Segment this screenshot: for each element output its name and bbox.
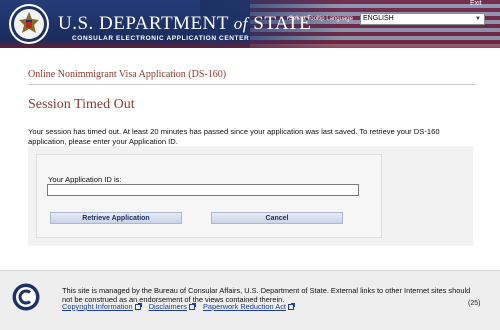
department-title: U.S. DEPARTMENT of STATE xyxy=(58,13,312,34)
retrieve-application-button[interactable]: Retrieve Application xyxy=(50,212,182,224)
form-title: Online Nonimmigrant Visa Application (DS… xyxy=(28,69,227,80)
version-number: (25) xyxy=(468,300,481,307)
disclaimers-link[interactable]: Disclaimers xyxy=(149,302,187,311)
exit-link[interactable]: Exit xyxy=(470,0,482,7)
cancel-button[interactable]: Cancel xyxy=(211,212,343,224)
header-banner: U.S. DEPARTMENT of STATE CONSULAR ELECTR… xyxy=(0,0,500,48)
page: U.S. DEPARTMENT of STATE CONSULAR ELECTR… xyxy=(0,0,500,330)
external-link-icon xyxy=(134,303,142,310)
application-id-label: Your Application ID is: xyxy=(48,175,122,184)
tooltip-language-label: Select Tooltip Language xyxy=(289,16,353,22)
dept-of-state-seal-icon xyxy=(9,4,49,44)
divider xyxy=(28,84,476,85)
application-id-input[interactable] xyxy=(47,184,359,196)
language-select-value: ENGLISH xyxy=(363,15,394,22)
paperwork-reduction-link[interactable]: Paperwork Reduction Act xyxy=(203,302,286,311)
department-subtitle: CONSULAR ELECTRONIC APPLICATION CENTER xyxy=(72,35,250,42)
external-link-icon xyxy=(188,303,196,310)
consular-affairs-seal-icon xyxy=(12,283,40,311)
page-heading: Session Timed Out xyxy=(28,97,135,112)
copyright-link[interactable]: Copyright Information xyxy=(62,302,133,311)
form-panel xyxy=(36,154,382,238)
external-link-icon xyxy=(287,303,295,310)
language-select[interactable]: ENGLISH ▼ xyxy=(360,13,485,25)
timeout-message: Your session has timed out. At least 20 … xyxy=(28,127,440,146)
footer-links: Copyright Information Disclaimers Paperw… xyxy=(62,302,300,311)
chevron-down-icon: ▼ xyxy=(475,16,481,22)
